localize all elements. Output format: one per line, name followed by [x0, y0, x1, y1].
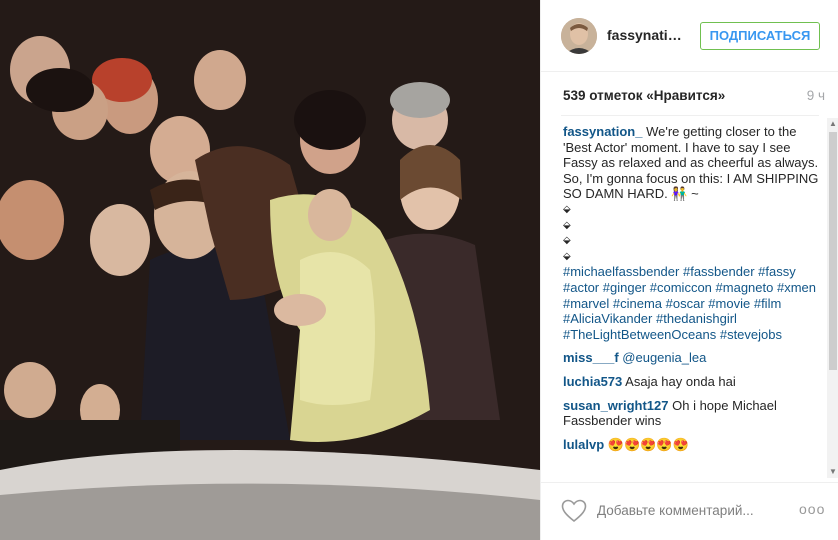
comment-text[interactable]: @eugenia_lea [622, 350, 706, 365]
scroll-up-icon[interactable]: ▲ [827, 118, 838, 130]
likes-count[interactable]: 539 отметок «Нравится» [563, 88, 725, 103]
post-photo-illustration [0, 0, 540, 540]
caption-text-2: So, I'm gonna focus on this: I AM SHIPPI… [563, 170, 819, 202]
hashtag[interactable]: #fassbender [683, 264, 755, 279]
caption: fassynation_ We're getting closer to the… [563, 124, 823, 342]
caption-dot: ⬙ [563, 250, 571, 262]
comments-list: fassynation_ We're getting closer to the… [563, 124, 823, 480]
comment-username[interactable]: susan_wright127 [563, 398, 669, 413]
caption-dot: ⬙ [563, 235, 571, 247]
hashtag[interactable]: #cinema [613, 296, 662, 311]
hashtag[interactable]: #michaelfassbender [563, 264, 679, 279]
hashtag[interactable]: #AliciaVikander [563, 311, 652, 326]
comment: miss___f @eugenia_lea [563, 350, 823, 366]
heart-icon[interactable] [561, 499, 587, 523]
scrollbar-thumb[interactable] [829, 132, 837, 370]
comment: lulalvp 😍😍😍😍😍 [563, 437, 823, 453]
comment-text: 😍😍😍😍😍 [607, 436, 689, 452]
post-time[interactable]: 9 ч [807, 88, 825, 103]
add-comment-input[interactable]: Добавьте комментарий... [597, 503, 754, 518]
comment: susan_wright127 Oh i hope Michael Fassbe… [563, 398, 823, 429]
comments-scrollbar[interactable]: ▲ ▼ [827, 118, 838, 478]
post-photo[interactable] [0, 0, 540, 540]
caption-username[interactable]: fassynation_ [563, 124, 642, 139]
hashtag[interactable]: #fassy [758, 264, 796, 279]
post-sidebar: fassynatio... ПОДПИСАТЬСЯ 539 отметок «Н… [540, 0, 838, 540]
hashtag[interactable]: #comiccon [650, 280, 712, 295]
hashtag[interactable]: #ginger [603, 280, 646, 295]
post-footer: Добавьте комментарий... ooo [541, 482, 838, 540]
hashtag[interactable]: #magneto [716, 280, 774, 295]
hashtag[interactable]: #actor [563, 280, 599, 295]
comment-username[interactable]: luchia573 [563, 374, 622, 389]
hashtag[interactable]: #marvel [563, 296, 609, 311]
hashtag[interactable]: #movie [708, 296, 750, 311]
avatar-image [561, 18, 597, 54]
comment-username[interactable]: lulalvp [563, 437, 604, 452]
divider [561, 115, 819, 116]
caption-dot: ⬙ [563, 219, 571, 231]
post-header: fassynatio... ПОДПИСАТЬСЯ [541, 0, 838, 72]
comment-username[interactable]: miss___f [563, 350, 619, 365]
scroll-down-icon[interactable]: ▼ [827, 466, 838, 478]
likes-row: 539 отметок «Нравится» 9 ч [563, 88, 825, 106]
hashtag[interactable]: #xmen [777, 280, 816, 295]
comment-text: Asaja hay onda hai [625, 373, 736, 389]
comment: luchia573 Asaja hay onda hai [563, 374, 823, 390]
hashtag[interactable]: #stevejobs [720, 327, 782, 342]
hashtag[interactable]: #film [754, 296, 781, 311]
hashtag[interactable]: #thedanishgirl [656, 311, 737, 326]
avatar[interactable] [561, 18, 597, 54]
caption-dot: ⬙ [563, 203, 571, 215]
header-username[interactable]: fassynatio... [607, 27, 687, 43]
hashtag[interactable]: #oscar [666, 296, 705, 311]
more-options-icon[interactable]: ooo [799, 501, 825, 517]
follow-button[interactable]: ПОДПИСАТЬСЯ [700, 22, 820, 50]
hashtag[interactable]: #TheLightBetweenOceans [563, 327, 716, 342]
